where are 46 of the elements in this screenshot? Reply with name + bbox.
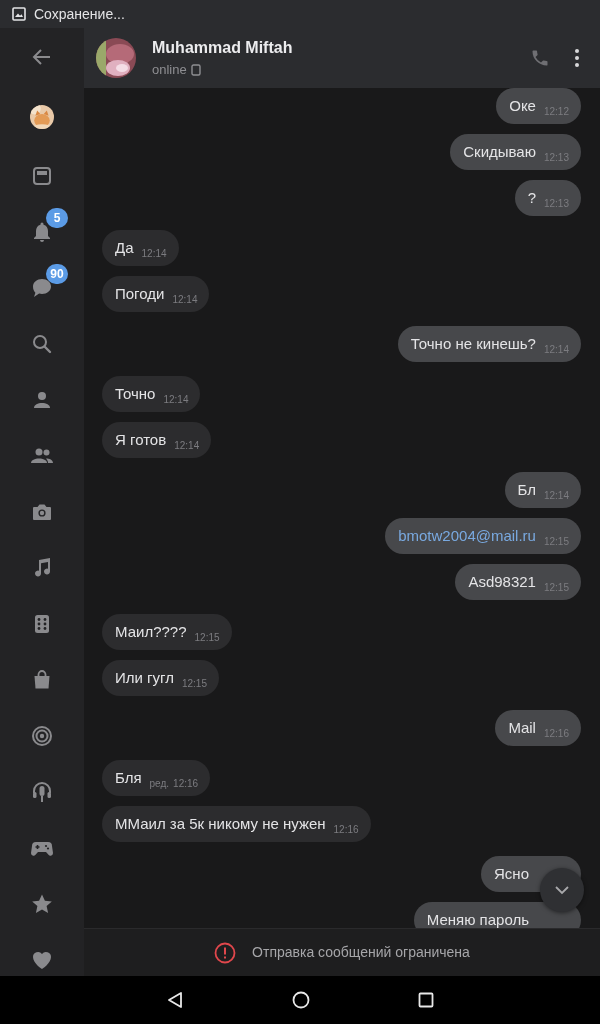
message-text: Я готов (115, 429, 167, 450)
message-text: Оке (509, 95, 536, 116)
count-badge: 5 (46, 208, 68, 228)
message-time: 12:14 (172, 292, 198, 307)
search-icon[interactable] (30, 332, 54, 356)
back-triangle-icon[interactable] (166, 991, 184, 1009)
restriction-notice: Отправка сообщений ограничена (252, 943, 470, 962)
message-time: 12:15 (194, 630, 220, 645)
message-time: 12:16 (173, 776, 199, 791)
phone-call-icon[interactable] (530, 48, 550, 68)
status-text: Сохранение... (34, 4, 125, 24)
more-options-icon[interactable] (574, 48, 580, 68)
message-time: 12:15 (181, 676, 207, 691)
message-time: 12:14 (141, 246, 167, 261)
message-time: 12:14 (163, 392, 189, 407)
message-time: 12:14 (174, 438, 200, 453)
message-text: Бл (517, 479, 536, 500)
message-text: Точно не кинешь? (410, 333, 536, 354)
message-text: Меняю пароль (426, 909, 529, 928)
message-text: Или гугл (115, 667, 174, 688)
message-text: Да (115, 237, 134, 258)
edited-label: ред. (149, 776, 170, 791)
panel-icon[interactable] (30, 164, 54, 188)
headset-microphone-icon[interactable] (30, 780, 54, 804)
warning-icon (214, 941, 237, 964)
message-text: Погоди (115, 283, 165, 304)
message-text: Ясно (494, 863, 529, 884)
home-circle-icon[interactable] (292, 991, 310, 1009)
message-text: ММаил за 5к никому не нужен (115, 813, 326, 834)
target-icon[interactable] (30, 724, 54, 748)
online-status: online (152, 61, 187, 80)
chat-icon[interactable] (30, 276, 54, 300)
message-time: 12:16 (333, 822, 359, 837)
message-text: Маил???? (115, 621, 187, 642)
message-text: Точно (115, 383, 156, 404)
phone-device-icon (190, 64, 201, 76)
email-link[interactable]: bmotw2004@mail.ru (398, 524, 536, 548)
message-text: ? (527, 187, 536, 208)
message-text: Asd98321 (468, 571, 536, 592)
message-text: Mail (508, 717, 536, 738)
recents-square-icon[interactable] (418, 992, 434, 1008)
contact-name: Muhammad Miftah (152, 38, 294, 59)
message-text: Скидываю (463, 141, 536, 162)
message-text: Бля (115, 767, 142, 788)
image-icon (12, 7, 26, 21)
count-badge: 90 (46, 264, 68, 284)
